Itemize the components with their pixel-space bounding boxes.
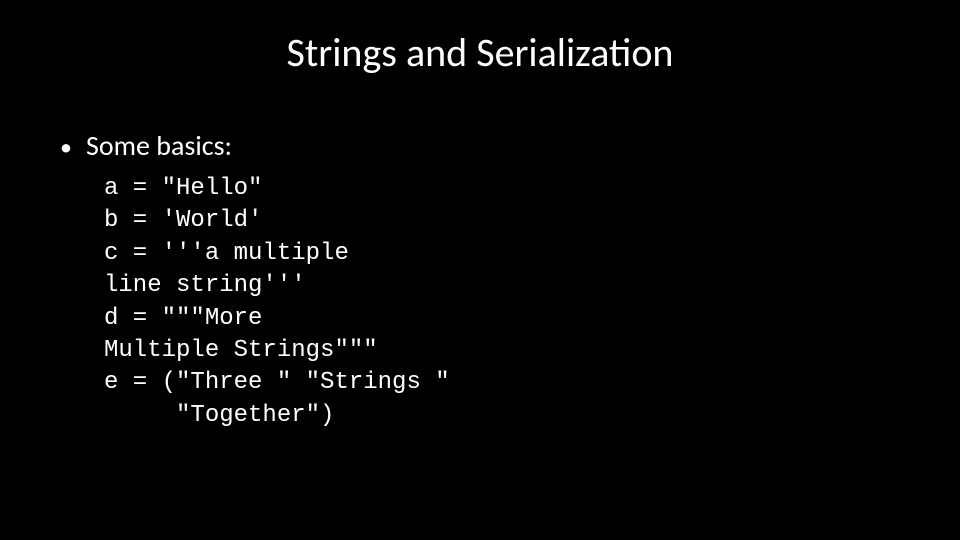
- bullet-dot-icon: •: [60, 133, 86, 163]
- bullet-item: • Some basics:: [60, 128, 900, 163]
- code-block: a = "Hello" b = 'World' c = '''a multipl…: [104, 173, 900, 432]
- slide-title: Strings and Serialization: [0, 28, 960, 77]
- slide-body: • Some basics: a = "Hello" b = 'World' c…: [60, 128, 900, 432]
- slide: Strings and Serialization • Some basics:…: [0, 0, 960, 540]
- bullet-text: Some basics:: [86, 128, 232, 163]
